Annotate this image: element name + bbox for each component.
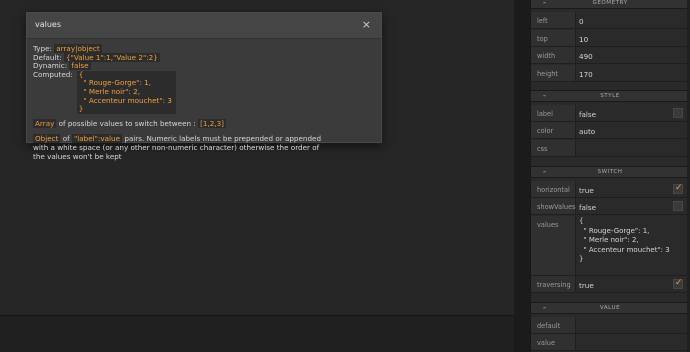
workspace-scrollbar[interactable] [514,0,530,352]
prop-label-width: width [531,47,576,63]
dynamic-value: false [69,61,91,71]
dialog-header: values × [27,13,381,39]
prop-label-showvalues: showValues [531,198,576,214]
close-icon[interactable]: × [362,18,371,31]
prop-label-left: left [531,12,576,28]
prop-value-traversing[interactable]: true [579,281,594,290]
properties-panel: - GEOMETRY left 0 top 10 width 490 heigh… [530,0,690,352]
computed-label: Computed: [33,69,73,79]
prop-row-value: value [531,334,689,351]
prop-label-traversing: traversing [531,276,576,292]
prop-value-width[interactable]: 490 [579,52,593,61]
dialog-body: Type: array|object Default: {"Value 1":1… [27,39,381,161]
prop-row-css: css [531,140,689,157]
prop-row-showvalues: showValues false [531,198,689,215]
array-word: Array [33,118,57,128]
prop-label-horizontal: horizontal [531,181,576,197]
section-value-header[interactable]: - VALUE [531,302,689,314]
prop-row-width: width 490 [531,47,689,64]
prop-label-values: values [531,216,576,275]
dynamic-label: Dynamic: [33,61,68,71]
section-switch-title: SWITCH [597,169,623,175]
prop-row-height: height 170 [531,65,689,82]
computed-line: Computed: { " Rouge-Gorge": 1, " Merle n… [33,69,375,114]
prop-label-default: default [531,317,576,333]
label-checkbox[interactable] [673,108,683,118]
prop-value-showvalues[interactable]: false [579,203,596,212]
prop-row-top: top 10 [531,30,689,47]
prop-value-top[interactable]: 10 [579,35,588,44]
prop-value-color[interactable]: auto [579,127,595,136]
prop-label-height: height [531,65,576,81]
prop-row-horizontal: horizontal true [531,181,689,198]
traversing-checkbox[interactable] [673,278,683,289]
prop-row-left: left 0 [531,12,689,29]
prop-label-top: top [531,30,576,46]
array-example: [1,2,3] [198,118,226,128]
dynamic-line: Dynamic: false [33,61,375,71]
array-description: Array of possible values to switch betwe… [33,118,375,129]
computed-value: { " Rouge-Gorge": 1, " Merle noir": 2, "… [76,70,176,114]
section-style-header[interactable]: - STYLE [531,90,689,102]
prop-row-label: label false [531,105,689,122]
object-description: Object of "label":value pairs. Numeric l… [33,134,333,161]
section-value-title: VALUE [599,305,621,311]
section-geometry-header[interactable]: - GEOMETRY [531,0,689,9]
prop-value-horizontal[interactable]: true [579,186,594,195]
prop-label-css: css [531,140,576,156]
prop-value-label[interactable]: false [579,110,596,119]
prop-value-height[interactable]: 170 [579,70,593,79]
prop-label-value: value [531,334,576,350]
section-switch-header[interactable]: - SWITCH [531,166,689,178]
prop-label-color: color [531,122,576,138]
showvalues-checkbox[interactable] [673,201,683,211]
prop-row-values: values { " Rouge-Gorge": 1, " Merle noir… [531,216,689,276]
prop-value-left[interactable]: 0 [579,17,584,26]
prop-row-traversing: traversing true [531,276,689,293]
prop-row-color: color auto [531,122,689,139]
prop-label-label: label [531,105,576,121]
section-style-title: STYLE [600,93,620,99]
horizontal-checkbox[interactable] [673,183,683,194]
array-text: of possible values to switch between : [58,118,196,128]
prop-row-default: default [531,317,689,334]
values-help-dialog: values × Type: array|object Default: {"V… [26,12,382,160]
section-geometry-title: GEOMETRY [592,0,628,6]
prop-value-values[interactable]: { " Rouge-Gorge": 1, " Merle noir": 2, "… [579,217,670,265]
dialog-title: values [35,20,62,29]
